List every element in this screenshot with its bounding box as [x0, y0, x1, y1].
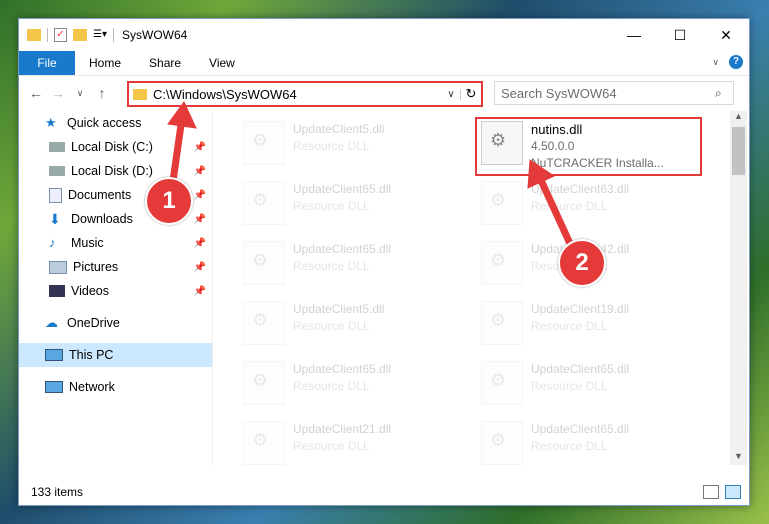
- annotation-arrows: [167, 101, 576, 250]
- arrow-to-dll-file: [527, 159, 576, 250]
- arrow-to-address-bar: [167, 101, 197, 189]
- step-1-badge: 1: [145, 177, 193, 225]
- step-2-badge: 2: [558, 239, 606, 287]
